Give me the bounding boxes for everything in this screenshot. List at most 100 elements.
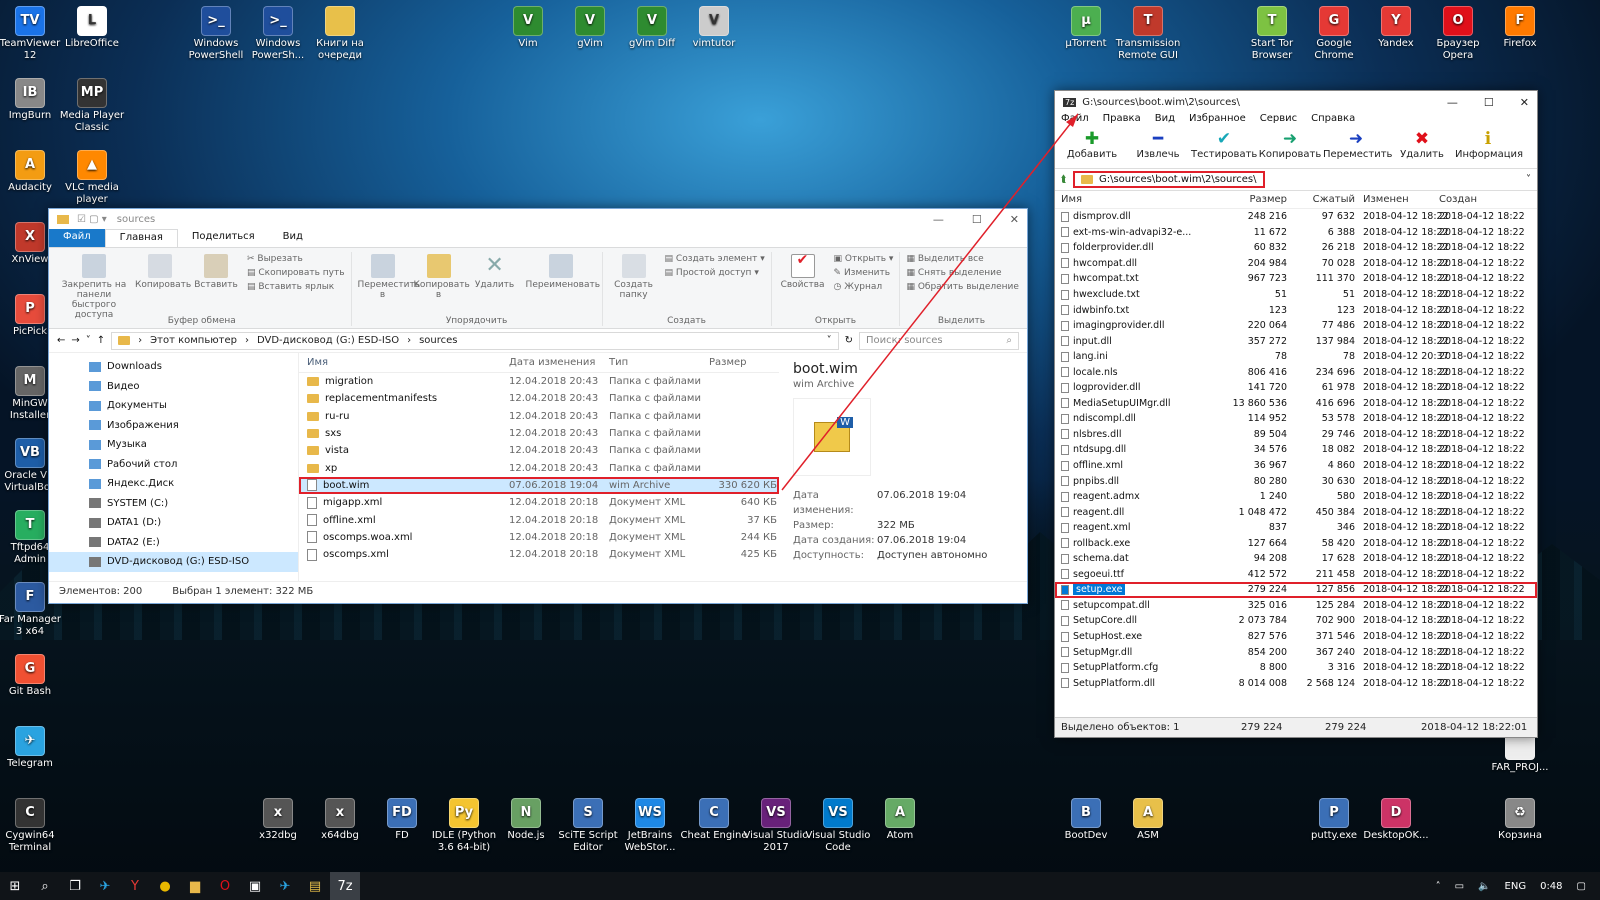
archive-row[interactable]: logprovider.dll 141 720 61 978 2018-04-12 1… [1055, 380, 1537, 396]
file-row[interactable]: ru-ru 12.04.2018 20:43 Папка с файлами [299, 408, 779, 425]
desktop-icon[interactable]: C Cygwin64 Terminal [0, 798, 65, 854]
column-name[interactable]: Имя [1055, 194, 1221, 205]
menu-item[interactable]: Вид [1155, 113, 1175, 129]
nav-item[interactable]: DATA1 (D:) [49, 513, 298, 533]
open-button[interactable]: ▣ Открыть ▾ [834, 254, 894, 264]
properties-button[interactable]: ✔ Свойства [778, 252, 828, 326]
archive-row[interactable]: lang.ini 78 78 2018-04-12 20:37 2018-04-12 1… [1055, 349, 1537, 365]
navigation-pane[interactable]: Downloads Видео Документы Изображения Музыка… [49, 353, 299, 581]
nav-item[interactable]: Изображения [49, 416, 298, 436]
archive-row[interactable]: reagent.xml 837 346 2018-04-12 18:22 2018-04… [1055, 520, 1537, 536]
back-button[interactable]: ← [57, 335, 65, 346]
nav-item[interactable]: Яндекс.Диск [49, 474, 298, 494]
archive-row[interactable]: hwcompat.dll 204 984 70 028 2018-04-12 18:2… [1055, 256, 1537, 272]
address-bar[interactable]: › Этот компьютер › DVD-дисковод (G:) ESD-I… [111, 331, 839, 350]
opera-taskbar-icon[interactable]: O [210, 872, 240, 900]
archive-row[interactable]: schema.dat 94 208 17 628 2018-04-12 18:22 20… [1055, 551, 1537, 567]
desktop-icon[interactable]: ♻ Корзина [1485, 798, 1555, 842]
file-row[interactable]: migapp.xml 12.04.2018 20:18 Документ XML 64… [299, 494, 779, 511]
7zip-taskbar-icon[interactable]: 7z [330, 872, 360, 900]
column-created[interactable]: Создан [1437, 194, 1519, 205]
file-list[interactable]: Имя Дата изменения Тип Размер migration 1… [299, 353, 779, 581]
archive-row[interactable]: MediaSetupUIMgr.dll 13 860 536 416 696 2018… [1055, 396, 1537, 412]
edit-button[interactable]: ✎ Изменить [834, 268, 894, 278]
desktop-icon[interactable]: VS Visual Studio 2017 [741, 798, 811, 854]
delete-button[interactable]: ✕ Удалить [470, 252, 520, 326]
desktop-icon[interactable]: T Start Tor Browser [1237, 6, 1307, 62]
up-folder-icon[interactable]: ⮬ [1061, 174, 1067, 185]
desktop-icon[interactable]: S SciTE Script Editor [553, 798, 623, 854]
desktop-icon[interactable]: C Cheat Engine [679, 798, 749, 842]
new-folder-button[interactable]: Создать папку [609, 252, 659, 326]
desktop-icon[interactable]: B BootDev [1051, 798, 1121, 842]
telegram2-taskbar-icon[interactable]: ✈ [270, 872, 300, 900]
menu-item[interactable]: Правка [1103, 113, 1141, 129]
invert-selection-button[interactable]: ▦ Обратить выделение [906, 282, 1018, 292]
rename-button[interactable]: Переименовать [526, 252, 600, 326]
column-modified[interactable]: Изменен [1355, 194, 1437, 205]
menu-item[interactable]: Файл [1061, 113, 1089, 129]
desktop-icon[interactable]: VgVim [555, 6, 625, 50]
archive-row[interactable]: SetupHost.exe 827 576 371 546 2018-04-12 18… [1055, 629, 1537, 645]
copy-path-button[interactable]: ▤ Скопировать путь [247, 268, 345, 278]
quick-access-toolbar[interactable]: ☑ ▢ ▾ [77, 214, 107, 225]
desktop-icon[interactable]: V Vim [493, 6, 563, 50]
maximize-button[interactable]: ☐ [972, 213, 982, 226]
column-size[interactable]: Размер [709, 357, 777, 368]
desktop-icon[interactable]: Книги на очереди [305, 6, 375, 62]
desktop-icon[interactable]: L LibreOffice [57, 6, 127, 50]
toolbar-button[interactable]: ➜ Переместить [1323, 129, 1392, 168]
menu-item[interactable]: Сервис [1260, 113, 1297, 129]
tab-file[interactable]: Файл [49, 229, 105, 247]
new-item-button[interactable]: ▤ Создать элемент ▾ [665, 254, 765, 264]
desktop-icon[interactable]: MP Media Player Classic [57, 78, 127, 134]
desktop-icon[interactable]: ✈ Telegram [0, 726, 65, 770]
language-indicator[interactable]: ENG [1505, 881, 1527, 892]
desktop-icon[interactable]: VgVim Diff [617, 6, 687, 50]
7zip-window[interactable]: 7z G:\sources\boot.wim\2\sources\ — ☐ ✕ Фа… [1054, 90, 1538, 738]
desktop-icon[interactable]: ▲ VLC media player [57, 150, 127, 206]
clock[interactable]: 0:48 [1540, 881, 1562, 892]
minimize-button[interactable]: — [933, 213, 944, 226]
nav-item[interactable]: Документы [49, 396, 298, 416]
volume-icon[interactable]: 🔈 [1478, 881, 1490, 892]
column-name[interactable]: Имя [299, 357, 509, 368]
copy-to-button[interactable]: Копировать в [414, 252, 470, 326]
paste-shortcut-button[interactable]: ▤ Вставить ярлык [247, 282, 345, 292]
toolbar-button[interactable]: ━ Извлечь [1125, 129, 1191, 168]
menu-item[interactable]: Избранное [1189, 113, 1246, 129]
file-row[interactable]: offline.xml 12.04.2018 20:18 Документ XML 3… [299, 511, 779, 528]
nav-item[interactable]: Downloads [49, 357, 298, 377]
archive-row[interactable]: input.dll 357 272 137 984 2018-04-12 18:22 2… [1055, 333, 1537, 349]
desktop-icon[interactable]: Pputty.exe [1299, 798, 1369, 842]
7zip-titlebar[interactable]: 7z G:\sources\boot.wim\2\sources\ — ☐ ✕ [1055, 91, 1537, 113]
archive-row[interactable]: ntdsupg.dll 34 576 18 082 2018-04-12 18:22 2… [1055, 442, 1537, 458]
archive-row[interactable]: reagent.admx 1 240 580 2018-04-12 18:22 2018… [1055, 489, 1537, 505]
easy-access-button[interactable]: ▤ Простой доступ ▾ [665, 268, 765, 278]
desktop-icon[interactable]: N Node.js [491, 798, 561, 842]
archive-row[interactable]: segoeui.ttf 412 572 211 458 2018-04-12 18:2… [1055, 567, 1537, 583]
archive-row[interactable]: pnpibs.dll 80 280 30 630 2018-04-12 18:22 20… [1055, 473, 1537, 489]
archive-row[interactable]: ext-ms-win-advapi32-e... 11 672 6 388 2018-… [1055, 225, 1537, 241]
nav-item[interactable]: Музыка [49, 435, 298, 455]
desktop-icon[interactable]: G Git Bash [0, 654, 65, 698]
move-to-button[interactable]: Переместить в [358, 252, 420, 326]
column-packed[interactable]: Сжатый [1287, 194, 1355, 205]
chrome-taskbar-icon[interactable]: ● [150, 872, 180, 900]
archive-row[interactable]: reagent.dll 1 048 472 450 384 2018-04-12 18… [1055, 504, 1537, 520]
archive-row[interactable]: folderprovider.dll 60 832 26 218 2018-04-12… [1055, 240, 1537, 256]
file-row[interactable]: oscomps.xml 12.04.2018 20:18 Документ XML 4… [299, 546, 779, 563]
search-icon[interactable]: ⌕ [30, 872, 60, 900]
desktop-icon[interactable]: VS Visual Studio Code [803, 798, 873, 854]
file-row[interactable]: oscomps.woa.xml 12.04.2018 20:18 Документ … [299, 529, 779, 546]
up-button[interactable]: ↑ [97, 335, 105, 346]
desktop-icon[interactable]: IB ImgBurn [0, 78, 65, 122]
toolbar-button[interactable]: ✚ Добавить [1059, 129, 1125, 168]
telegram-taskbar-icon[interactable]: ✈ [90, 872, 120, 900]
archive-row[interactable]: locale.nls 806 416 234 696 2018-04-12 18:22… [1055, 364, 1537, 380]
tab-home[interactable]: Главная [104, 229, 178, 247]
archive-row[interactable]: setupcompat.dll 325 016 125 284 2018-04-12 … [1055, 598, 1537, 614]
column-type[interactable]: Тип [609, 357, 709, 368]
archive-row[interactable]: rollback.exe 127 664 58 420 2018-04-12 18:2… [1055, 535, 1537, 551]
desktop-icon[interactable]: >_ Windows PowerSh... [243, 6, 313, 62]
